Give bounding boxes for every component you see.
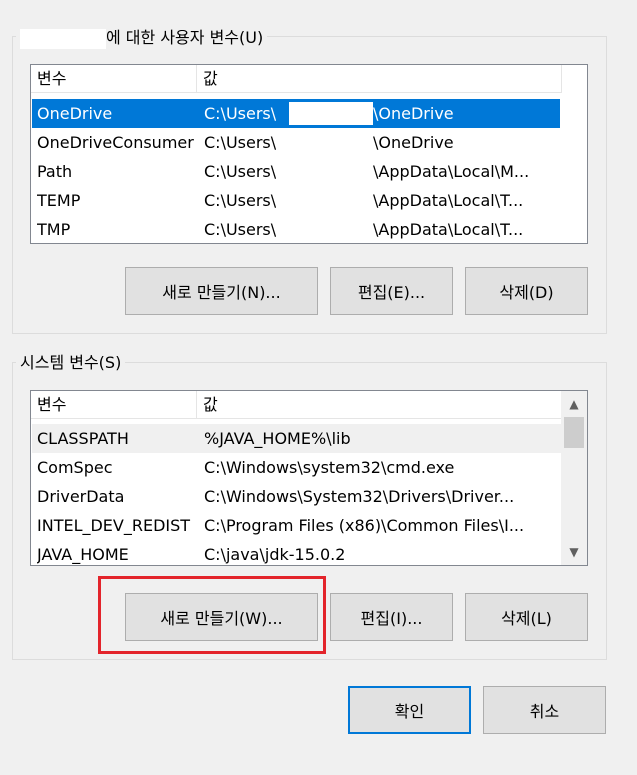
user-row-name: TMP [37,220,71,239]
scrollbar-thumb[interactable] [564,417,584,448]
system-row-value: C:\java\jdk-15.0.2 [204,545,346,564]
system-edit-button[interactable]: 편집(I)... [330,593,453,641]
user-row-value-prefix: C:\Users\ [204,220,277,239]
user-row-name: OneDrive [37,104,113,123]
user-variables-title-text: 에 대한 사용자 변수(U) [106,28,264,47]
system-row-classpath[interactable]: CLASSPATH %JAVA_HOME%\lib [32,424,562,453]
system-row-java-home[interactable]: JAVA_HOME C:\java\jdk-15.0.2 [32,540,562,565]
user-row-value-suffix: \OneDrive [373,133,454,152]
user-list-header: 변수 값 [31,65,562,93]
user-row-name: OneDriveConsumer [37,133,194,152]
redacted-path-segment [289,102,373,125]
user-new-button[interactable]: 새로 만들기(N)... [125,267,318,315]
user-variables-title: 에 대한 사용자 변수(U) [16,28,268,49]
user-row-value-suffix: \OneDrive [373,104,454,123]
system-row-driverdata[interactable]: DriverData C:\Windows\System32\Drivers\D… [32,482,562,511]
system-col-value[interactable]: 값 [197,391,562,419]
user-row-tmp[interactable]: TMP C:\Users\ \AppData\Local\T... [32,215,560,243]
system-list-header: 변수 값 [31,391,562,419]
system-row-name: JAVA_HOME [37,545,129,564]
scroll-down-icon[interactable]: ▼ [561,539,587,565]
user-row-value-prefix: C:\Users\ [204,191,277,210]
user-row-value-suffix: \AppData\Local\T... [373,191,524,210]
system-row-name: INTEL_DEV_REDIST [37,516,191,535]
system-row-comspec[interactable]: ComSpec C:\Windows\system32\cmd.exe [32,453,562,482]
system-row-value: C:\Program Files (x86)\Common Files\I... [204,516,525,535]
redacted-username [20,28,106,49]
user-row-value-suffix: \AppData\Local\T... [373,220,524,239]
system-row-value: C:\Windows\system32\cmd.exe [204,458,455,477]
user-row-onedrive[interactable]: OneDrive C:\Users\ \OneDrive [32,99,560,128]
user-row-path[interactable]: Path C:\Users\ \AppData\Local\M... [32,157,560,186]
system-row-name: ComSpec [37,458,113,477]
user-edit-button[interactable]: 편집(E)... [330,267,453,315]
user-row-name: Path [37,162,73,181]
system-variables-title: 시스템 변수(S) [16,353,126,373]
ok-button[interactable]: 확인 [348,686,471,734]
cancel-button[interactable]: 취소 [483,686,606,734]
user-row-value-suffix: \AppData\Local\M... [373,162,530,181]
system-col-name[interactable]: 변수 [31,391,197,419]
user-row-value-prefix: C:\Users\ [204,104,277,123]
user-row-temp[interactable]: TEMP C:\Users\ \AppData\Local\T... [32,186,560,215]
user-delete-button[interactable]: 삭제(D) [465,267,588,315]
system-row-value: %JAVA_HOME%\lib [204,429,351,448]
scroll-up-icon[interactable]: ▲ [561,391,587,417]
system-row-name: DriverData [37,487,125,506]
system-variables-list[interactable]: 변수 값 CLASSPATH %JAVA_HOME%\lib ComSpec C… [30,390,588,566]
system-list-scrollbar[interactable]: ▲ ▼ [561,391,587,565]
user-row-name: TEMP [37,191,81,210]
system-row-value: C:\Windows\System32\Drivers\Driver... [204,487,515,506]
annotation-highlight-box [98,576,326,654]
system-row-intel-dev-redist[interactable]: INTEL_DEV_REDIST C:\Program Files (x86)\… [32,511,562,540]
user-col-value[interactable]: 값 [197,65,562,93]
user-col-name[interactable]: 변수 [31,65,197,93]
user-variables-list[interactable]: 변수 값 OneDrive C:\Users\ \OneDrive OneDri… [30,64,588,244]
user-row-onedriveconsumer[interactable]: OneDriveConsumer C:\Users\ \OneDrive [32,128,560,157]
user-row-value-prefix: C:\Users\ [204,133,277,152]
system-delete-button[interactable]: 삭제(L) [465,593,588,641]
user-row-value-prefix: C:\Users\ [204,162,277,181]
system-row-name: CLASSPATH [37,429,129,448]
